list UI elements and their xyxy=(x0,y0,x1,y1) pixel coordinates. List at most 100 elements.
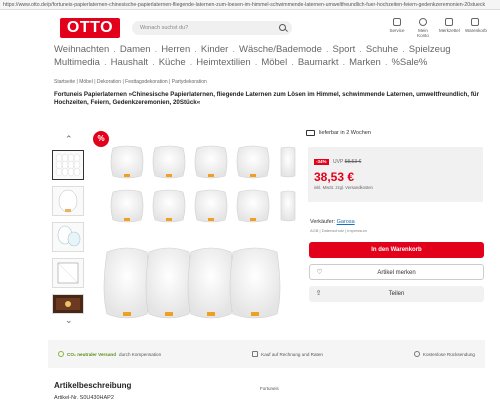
add-to-cart-button[interactable]: In den Warenkorb xyxy=(309,242,484,258)
delivery-text: lieferbar in 2 Wochen xyxy=(319,130,371,136)
invoice-label: Kauf auf Rechnung und Raten xyxy=(261,351,323,357)
account-label: Mein Konto xyxy=(417,28,429,38)
seller-legal-links[interactable]: AGB | Datenschutz | Impressum xyxy=(310,228,367,233)
invoice-icon xyxy=(252,351,259,357)
service-button[interactable]: Service xyxy=(387,18,407,38)
product-main-image[interactable] xyxy=(93,134,298,339)
gallery-thumb-2[interactable] xyxy=(52,186,84,216)
search-input[interactable]: Wonach suchst du? xyxy=(132,21,292,35)
thumb-image-2 xyxy=(58,189,78,213)
nav-separator: . xyxy=(154,44,158,55)
thumb-down-arrow-icon[interactable]: ⌄ xyxy=(65,315,73,326)
share-button[interactable]: ⇪ Teilen xyxy=(309,286,484,302)
service-icon xyxy=(393,18,401,26)
save-item-label: Artikel merken xyxy=(377,270,416,276)
thumb-up-arrow-icon[interactable]: ⌃ xyxy=(65,134,73,145)
benefit-invoice: Kauf auf Rechnung und Raten xyxy=(252,351,323,357)
co2-label: CO₂ neutraler Versand xyxy=(67,351,117,357)
benefit-co2: CO₂ neutraler Versand durch Kompensation xyxy=(58,351,161,357)
returns-label: Kostenlose Rücksendung xyxy=(422,351,475,357)
user-icon xyxy=(419,18,427,26)
delivery-info: lieferbar in 2 Wochen xyxy=(306,130,371,136)
return-icon xyxy=(413,351,420,357)
nav-item-marken[interactable]: Marken xyxy=(349,57,381,70)
price-box: -34% UVP 58,53 € 38,53 € inkl. MwSt. zzg… xyxy=(308,147,483,202)
heart-icon: ♡ xyxy=(316,269,323,276)
product-gallery: ⌃ ⌄ % xyxy=(48,128,298,338)
nav-item-baumarkt[interactable]: Baumarkt xyxy=(298,57,339,70)
breadcrumb[interactable]: Startseite | Möbel | Dekoration | Festta… xyxy=(54,79,207,85)
nav-item-schuhe[interactable]: Schuhe xyxy=(366,44,398,57)
nav-item-möbel[interactable]: Möbel xyxy=(261,57,287,70)
description-heading: Artikelbeschreibung xyxy=(54,381,132,390)
wishlist-button[interactable]: Merkzettel xyxy=(439,18,460,38)
current-price: 38,53 € xyxy=(314,170,355,184)
truck-icon xyxy=(306,130,315,136)
nav-separator: . xyxy=(359,44,362,55)
benefit-returns: Kostenlose Rücksendung xyxy=(413,351,475,357)
nav-item-sale[interactable]: %Sale% xyxy=(391,57,427,70)
nav-separator: . xyxy=(342,56,346,68)
leaf-icon xyxy=(58,351,64,357)
thumb-image-3 xyxy=(57,225,81,247)
nav-separator: . xyxy=(384,56,388,68)
gallery-thumb-4[interactable] xyxy=(52,258,84,288)
thumb-image-5 xyxy=(56,298,80,310)
share-label: Teilen xyxy=(388,291,405,297)
uvp-price: 58,53 € xyxy=(344,159,362,165)
seller-link[interactable]: Garosa xyxy=(337,219,355,225)
nav-separator: . xyxy=(189,56,193,68)
nav-separator: . xyxy=(103,56,107,68)
account-button[interactable]: Mein Konto xyxy=(413,18,433,38)
nav-item-kinder[interactable]: Kinder xyxy=(201,44,228,57)
nav-item-damen[interactable]: Damen xyxy=(120,44,151,57)
site-header: OTTO Wonach suchst du? Service Mein Kont… xyxy=(48,14,487,42)
header-actions: Service Mein Konto Merkzettel Warenkorb xyxy=(387,18,487,38)
cart-label: Warenkorb xyxy=(465,28,487,33)
otto-logo[interactable]: OTTO xyxy=(60,18,120,38)
category-nav: Weihnachten. Damen. Herren. Kinder. Wäsche/B… xyxy=(54,44,484,69)
nav-item-multimedia[interactable]: Multimedia xyxy=(54,57,100,70)
thumb-image-1 xyxy=(55,153,81,177)
nav-item-weihnachten[interactable]: Weihnachten xyxy=(54,44,109,57)
nav-item-küche[interactable]: Küche xyxy=(159,57,186,70)
brand-name: Fortuneis xyxy=(260,386,279,391)
search-icon[interactable] xyxy=(279,24,286,31)
nav-item-haushalt[interactable]: Haushalt xyxy=(111,57,149,70)
seller-info: Verkäufer: Garosa xyxy=(310,219,355,225)
service-label: Service xyxy=(389,28,405,33)
nav-item-wäsche-bademode[interactable]: Wäsche/Bademode xyxy=(239,44,322,57)
nav-separator: . xyxy=(291,56,294,68)
uvp-info: UVP 58,53 € xyxy=(333,159,361,165)
nav-separator: . xyxy=(325,44,329,55)
nav-row-2: Multimedia. Haushalt. Küche. Heimtextilien.… xyxy=(54,57,484,70)
gallery-thumb-1[interactable] xyxy=(52,150,84,180)
nav-item-sport[interactable]: Sport xyxy=(333,44,356,57)
nav-separator: . xyxy=(194,44,197,55)
nav-row-1: Weihnachten. Damen. Herren. Kinder. Wäsche/B… xyxy=(54,44,484,57)
heart-icon xyxy=(445,18,453,26)
nav-item-heimtextilien[interactable]: Heimtextilien xyxy=(196,57,250,70)
gallery-thumb-3[interactable] xyxy=(52,222,84,252)
wishlist-label: Merkzettel xyxy=(439,28,460,33)
search-placeholder: Wonach suchst du? xyxy=(140,25,189,31)
vat-note[interactable]: inkl. MwSt. zzgl. Versandkosten xyxy=(314,185,373,190)
nav-separator: . xyxy=(402,44,405,55)
cart-icon xyxy=(471,18,479,26)
benefits-bar: CO₂ neutraler Versand durch Kompensation… xyxy=(48,340,485,368)
nav-separator: . xyxy=(254,56,258,68)
cart-button[interactable]: Warenkorb xyxy=(465,18,487,38)
nav-item-spielzeug[interactable]: Spielzeug xyxy=(409,44,451,57)
article-number: Artikel-Nr. S0U430HAP2 xyxy=(54,395,114,401)
nav-item-herren[interactable]: Herren xyxy=(161,44,190,57)
nav-separator: . xyxy=(152,56,155,68)
nav-separator: . xyxy=(113,44,116,55)
save-item-button[interactable]: ♡ Artikel merken xyxy=(309,264,484,280)
thumb-image-4 xyxy=(57,262,79,284)
browser-url-bar[interactable]: https://www.otto.de/p/fortuneis-papierla… xyxy=(0,0,500,10)
gallery-thumb-5[interactable] xyxy=(52,294,84,314)
nav-separator: . xyxy=(232,44,235,55)
discount-badge: -34% xyxy=(314,159,329,165)
share-icon: ⇪ xyxy=(315,290,322,297)
seller-label: Verkäufer: xyxy=(310,219,336,225)
